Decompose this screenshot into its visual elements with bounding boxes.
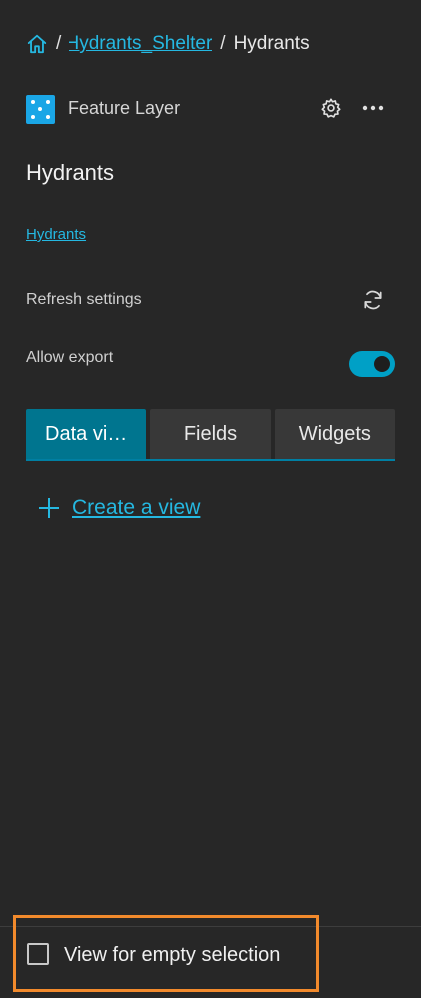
feature-layer-icon bbox=[26, 95, 55, 124]
gear-icon[interactable] bbox=[320, 97, 342, 119]
empty-selection-checkbox[interactable] bbox=[27, 943, 49, 965]
layer-title: Hydrants bbox=[26, 160, 115, 185]
tab-bar: Data vi… Fields Widgets bbox=[26, 409, 395, 461]
create-view-button[interactable]: Create a view bbox=[38, 496, 200, 520]
tab-widgets[interactable]: Widgets bbox=[274, 409, 395, 459]
breadcrumb: / Hydrants_Shelter / Hydrants bbox=[26, 30, 310, 58]
empty-selection-label[interactable]: View for empty selection bbox=[64, 944, 280, 967]
home-icon[interactable] bbox=[26, 33, 48, 55]
plus-icon bbox=[39, 498, 59, 518]
more-options-icon[interactable] bbox=[361, 98, 385, 118]
tab-data-views[interactable]: Data vi… bbox=[26, 409, 147, 459]
breadcrumb-current: Hydrants bbox=[233, 33, 310, 54]
tab-fields[interactable]: Fields bbox=[150, 409, 271, 459]
breadcrumb-parent-link[interactable]: Hydrants_Shelter bbox=[69, 33, 212, 55]
create-view-link[interactable]: Create a view bbox=[72, 496, 200, 520]
layer-source-link[interactable]: Hydrants bbox=[26, 226, 86, 243]
allow-export-toggle[interactable] bbox=[349, 351, 395, 377]
allow-export-label: Allow export bbox=[26, 349, 114, 366]
breadcrumb-separator: / bbox=[56, 33, 62, 54]
layer-type-label: Feature Layer bbox=[68, 98, 181, 118]
refresh-settings-label: Refresh settings bbox=[26, 291, 142, 308]
refresh-icon[interactable] bbox=[361, 288, 385, 312]
breadcrumb-separator: / bbox=[220, 33, 226, 54]
toggle-knob bbox=[374, 356, 390, 372]
